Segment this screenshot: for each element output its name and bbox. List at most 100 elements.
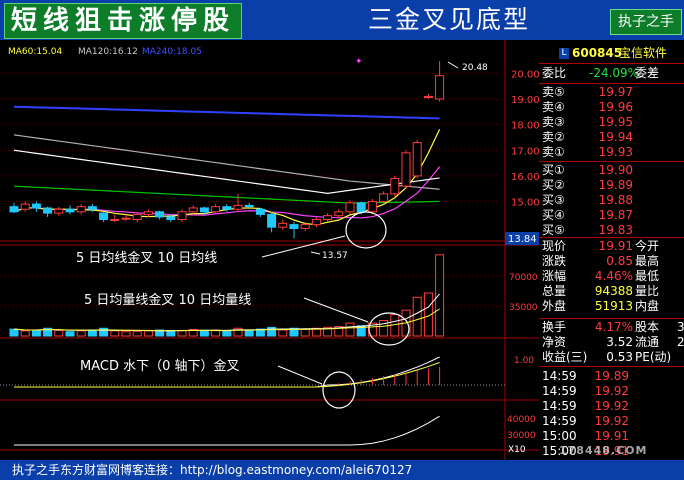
- candle-body: [267, 213, 277, 228]
- candle-body: [132, 213, 142, 220]
- candle-body: [121, 217, 131, 220]
- candle-body: [278, 222, 288, 228]
- volume-bar: [345, 322, 355, 337]
- fundamental-row[interactable]: 换手 4.17% 股本 3: [539, 320, 684, 335]
- tick-row[interactable]: 14:59 19.89: [539, 369, 684, 384]
- buy-level-row[interactable]: 买③ 19.88: [539, 193, 684, 208]
- candle-body: [166, 216, 176, 220]
- volume-bar: [244, 329, 254, 337]
- sell-level-row[interactable]: 卖② 19.94: [539, 130, 684, 145]
- volume-bar: [87, 329, 97, 337]
- candle-body: [76, 206, 86, 213]
- buy-level-row[interactable]: 买① 19.90: [539, 163, 684, 178]
- candle-body: [20, 203, 30, 210]
- candle-body: [110, 218, 120, 221]
- candle-body: [233, 204, 243, 210]
- ma-cross-annotation: 5 日均线金叉 10 日均线: [76, 250, 217, 266]
- vol-cross-annotation: 5 日均量线金叉 10 日均量线: [84, 292, 251, 308]
- volume-bar: [20, 330, 30, 337]
- sell-level-row[interactable]: 卖⑤ 19.97: [539, 85, 684, 100]
- candle-body: [412, 142, 422, 177]
- macd-cross-annotation: MACD 水下（0 轴下）金叉: [80, 358, 240, 374]
- price-axis-label: 16.00: [511, 172, 540, 183]
- candle-body: [300, 224, 310, 229]
- stat-row[interactable]: 总量 94388 量比: [539, 284, 684, 299]
- stat-row[interactable]: 外盘 51913 内盘: [539, 299, 684, 314]
- sell-level-row[interactable]: 卖① 19.93: [539, 145, 684, 160]
- ma240-legend: MA240:18.05: [142, 47, 202, 57]
- candle-body: [54, 208, 64, 214]
- candle-body: [345, 202, 355, 213]
- fundamental-row[interactable]: 收益(三) 0.53 PE(动): [539, 350, 684, 365]
- price-axis-label: 18.00: [511, 121, 540, 132]
- volume-bar: [31, 329, 41, 337]
- candle-body: [244, 204, 254, 208]
- star-marker: ✦: [355, 57, 363, 67]
- tick-row[interactable]: 14:59 19.92: [539, 414, 684, 429]
- volume-bar: [121, 331, 131, 337]
- volume-bar: [65, 331, 75, 337]
- candle-body: [356, 202, 366, 213]
- volume-bar: [54, 329, 64, 337]
- candle-body: [390, 177, 400, 195]
- title-left: 短线狙击涨停股: [4, 3, 243, 39]
- price-axis-label: 15.00: [511, 198, 540, 209]
- volume-bar: [300, 328, 310, 337]
- watermark: 178448.COM: [559, 444, 648, 457]
- high-price-label: 20.48: [462, 63, 488, 73]
- ma60-legend: MA60:15.04: [8, 47, 62, 57]
- volume-bar: [199, 329, 209, 337]
- candle-body: [99, 212, 109, 220]
- stock-code: 600845: [572, 46, 623, 60]
- candle-body: [31, 203, 41, 209]
- volume-bar: [99, 327, 109, 337]
- volume-bar: [132, 330, 142, 337]
- footer-link[interactable]: 执子之手东方财富网博客连接：http://blog.eastmoney.com/…: [0, 460, 684, 480]
- stat-row[interactable]: 涨跌 0.85 最高: [539, 254, 684, 269]
- candle-body: [155, 211, 165, 218]
- fundamental-row[interactable]: 净资 3.52 流通 2: [539, 335, 684, 350]
- candle-body: [435, 75, 445, 100]
- stat-row[interactable]: 涨幅 4.46% 最低: [539, 269, 684, 284]
- candle-body: [401, 152, 411, 187]
- candle-body: [143, 211, 153, 215]
- candle-body: [379, 193, 389, 203]
- stock-name: 宝信软件: [619, 46, 668, 60]
- volume-bar: [222, 330, 232, 337]
- volume-bar: [435, 254, 445, 337]
- stock-badge: L: [559, 48, 569, 59]
- buy-level-row[interactable]: 买② 19.89: [539, 178, 684, 193]
- tick-row[interactable]: 14:59 19.92: [539, 399, 684, 414]
- weibi-row: 委比 -24.09% 委差: [542, 66, 660, 80]
- candle-body: [311, 218, 321, 226]
- buy-level-row[interactable]: 买⑤ 19.83: [539, 223, 684, 238]
- ma120-legend: MA120:16.12: [78, 47, 138, 57]
- tick-row[interactable]: 14:59 19.92: [539, 384, 684, 399]
- candle-body: [199, 207, 209, 213]
- stat-row[interactable]: 现价 19.91 今开: [539, 239, 684, 254]
- tick-row[interactable]: 15:00 19.91: [539, 429, 684, 444]
- volume-bar: [278, 329, 288, 337]
- lower-unit-label: X10: [508, 445, 526, 455]
- sell-level-row[interactable]: 卖③ 19.95: [539, 115, 684, 130]
- candle-body: [255, 208, 265, 215]
- candle-body: [188, 207, 198, 213]
- candle-body: [323, 215, 333, 220]
- sell-level-row[interactable]: 卖④ 19.96: [539, 100, 684, 115]
- kline-chart[interactable]: MA60:15.04 MA120:16.12 MA240:18.05 20.00…: [0, 40, 540, 460]
- pattern-title: 三金叉见底型: [368, 5, 531, 34]
- volume-bar: [412, 296, 422, 337]
- buy-level-row[interactable]: 买④ 19.87: [539, 208, 684, 223]
- candle-body: [43, 207, 53, 214]
- volume-bar: [76, 330, 86, 337]
- candle-body: [222, 206, 232, 210]
- macd-axis-label: 1.00: [514, 356, 534, 366]
- stock-header: L 600845 宝信软件: [539, 46, 684, 61]
- author-badge: 执子之手: [610, 9, 682, 35]
- candle-body: [87, 206, 97, 210]
- title-bar: 短线狙击涨停股 三金叉见底型 执子之手: [0, 0, 684, 40]
- lower-axis-label: 30000: [507, 431, 536, 441]
- volume-axis-label: 70000: [509, 273, 538, 283]
- candle-body: [423, 95, 433, 98]
- candle-body: [177, 211, 187, 220]
